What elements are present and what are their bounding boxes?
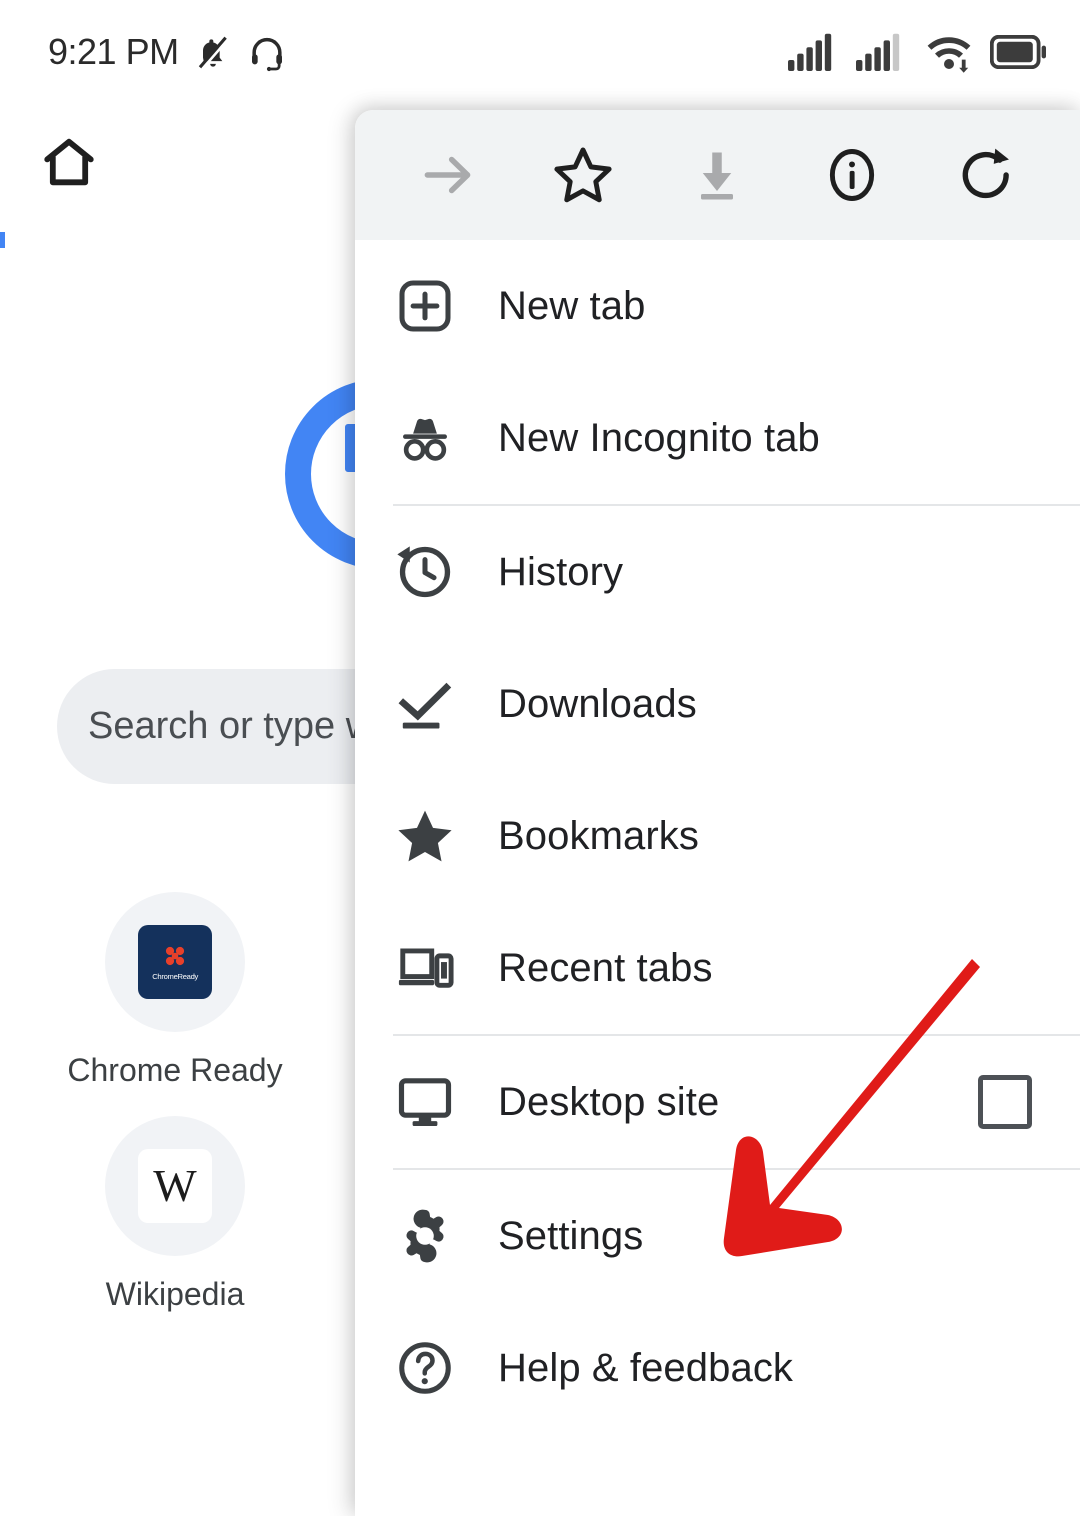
menu-item-label: Desktop site bbox=[498, 1079, 720, 1124]
status-bar: 9:21 PM bbox=[0, 0, 1080, 104]
wikipedia-favicon: W bbox=[138, 1149, 212, 1223]
desktop-site-checkbox[interactable] bbox=[978, 1075, 1032, 1129]
menu-item-label: Downloads bbox=[498, 681, 697, 726]
filled-star-glyph bbox=[398, 810, 452, 862]
status-clock: 9:21 PM bbox=[48, 31, 179, 72]
signal-bars-sim2-icon bbox=[856, 33, 900, 71]
menu-item-label: New Incognito tab bbox=[498, 415, 820, 460]
shortcut-wikipedia[interactable]: W Wikipedia bbox=[60, 1116, 290, 1313]
menu-item-new-tab[interactable]: New tab bbox=[355, 240, 1080, 372]
monitor-glyph bbox=[398, 1078, 452, 1127]
bookmarks-star-icon bbox=[394, 804, 456, 868]
favicon-wordmark: W bbox=[153, 1160, 197, 1211]
menu-item-help-feedback[interactable]: Help & feedback bbox=[355, 1302, 1080, 1434]
headset-icon bbox=[251, 37, 282, 72]
history-icon bbox=[394, 541, 456, 603]
page-edge-accent bbox=[0, 232, 5, 248]
pinwheel-glyph bbox=[165, 946, 185, 965]
menu-item-history[interactable]: History bbox=[355, 506, 1080, 638]
info-glyph bbox=[829, 149, 875, 201]
downloads-icon bbox=[394, 673, 456, 735]
menu-item-label: Bookmarks bbox=[498, 813, 699, 858]
history-glyph bbox=[397, 546, 451, 598]
desktop-site-icon bbox=[394, 1071, 456, 1133]
search-placeholder-text: Search or type w bbox=[88, 705, 374, 747]
forward-arrow-icon[interactable] bbox=[406, 133, 490, 217]
new-tab-icon bbox=[394, 275, 456, 337]
menu-item-downloads[interactable]: Downloads bbox=[355, 638, 1080, 770]
shortcut-icon-wrapper: ChromeReady bbox=[105, 892, 245, 1032]
chrome-overflow-menu: New tab New Incognito tab History Downlo… bbox=[355, 110, 1080, 1516]
status-bar-right bbox=[788, 0, 1046, 104]
menu-item-label: Recent tabs bbox=[498, 945, 713, 990]
menu-item-label: New tab bbox=[498, 283, 646, 328]
menu-item-recent-tabs[interactable]: Recent tabs bbox=[355, 902, 1080, 1034]
menu-items-list: New tab New Incognito tab History Downlo… bbox=[355, 240, 1080, 1434]
recent-tabs-icon bbox=[394, 936, 456, 1000]
star-icon[interactable] bbox=[541, 133, 625, 217]
menu-quick-actions-toolbar bbox=[355, 110, 1080, 240]
reload-icon[interactable] bbox=[945, 133, 1029, 217]
favicon-wordmark: ChromeReady bbox=[152, 971, 198, 981]
menu-item-settings[interactable]: Settings bbox=[355, 1170, 1080, 1302]
download-glyph bbox=[701, 152, 734, 200]
notifications-muted-icon bbox=[198, 36, 229, 70]
menu-item-label: Settings bbox=[498, 1213, 644, 1258]
menu-item-bookmarks[interactable]: Bookmarks bbox=[355, 770, 1080, 902]
settings-gear-icon bbox=[394, 1205, 456, 1267]
menu-item-label: Help & feedback bbox=[498, 1345, 794, 1390]
wifi-icon bbox=[927, 37, 971, 73]
menu-item-new-incognito-tab[interactable]: New Incognito tab bbox=[355, 372, 1080, 504]
help-circle-icon bbox=[394, 1337, 456, 1399]
shortcut-label: Chrome Ready bbox=[67, 1052, 283, 1088]
shortcut-label: Wikipedia bbox=[105, 1276, 245, 1312]
shortcut-icon-wrapper: W bbox=[105, 1116, 245, 1256]
incognito-glyph bbox=[403, 418, 447, 461]
home-icon[interactable] bbox=[40, 134, 98, 192]
question-mark-glyph bbox=[399, 1342, 451, 1394]
download-icon[interactable] bbox=[675, 133, 759, 217]
laptop-phone-glyph bbox=[398, 948, 454, 988]
gear-glyph bbox=[406, 1209, 444, 1263]
menu-item-desktop-site[interactable]: Desktop site bbox=[355, 1036, 1080, 1168]
battery-icon bbox=[990, 35, 1046, 69]
signal-bars-sim1-icon bbox=[788, 33, 832, 71]
menu-item-label: History bbox=[498, 549, 624, 594]
chrome-ready-favicon: ChromeReady bbox=[138, 925, 212, 999]
downloads-glyph bbox=[398, 682, 452, 729]
incognito-icon bbox=[394, 406, 456, 470]
shortcut-chrome-ready[interactable]: ChromeReady Chrome Ready bbox=[60, 892, 290, 1089]
info-circle-icon[interactable] bbox=[810, 133, 894, 217]
status-bar-left: 9:21 PM bbox=[48, 0, 287, 104]
